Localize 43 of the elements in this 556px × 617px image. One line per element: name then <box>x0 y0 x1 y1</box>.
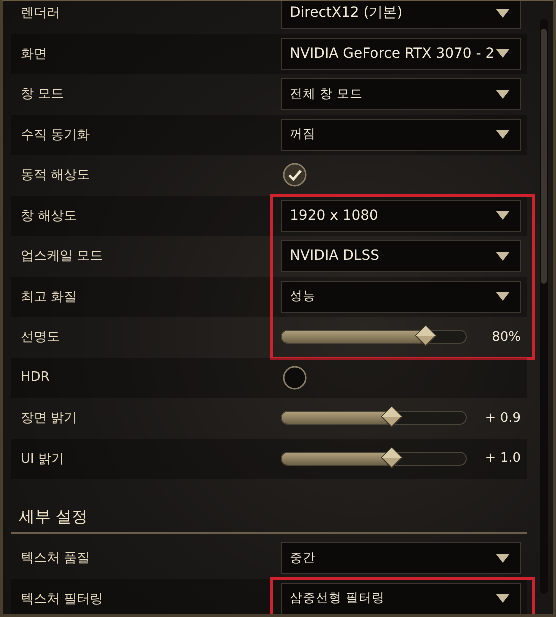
caret-icon <box>496 130 510 140</box>
setting-label: UI 밝기 <box>21 450 66 468</box>
setting-label: 창 모드 <box>21 86 66 104</box>
checkbox[interactable] <box>283 366 307 390</box>
setting-label: 최고 화질 <box>21 288 78 306</box>
caret-icon <box>496 90 510 99</box>
slider-value: + 1.0 <box>484 451 521 466</box>
setting-label: 텍스처 품질 <box>21 550 92 568</box>
dropdown[interactable]: 삼중선형 필터링 <box>281 582 521 614</box>
section-heading: 세부 설정 <box>11 479 527 534</box>
setting-label: 화면 <box>21 46 48 63</box>
dropdown[interactable]: 1920 x 1080 <box>281 200 521 232</box>
slider-handle[interactable] <box>381 406 404 428</box>
scrollbar-thumb[interactable] <box>541 29 547 284</box>
slider-value: + 0.9 <box>484 410 521 426</box>
dropdown[interactable]: NVIDIA GeForce RTX 3070 - 2 <box>281 38 521 70</box>
caret-icon <box>496 292 510 302</box>
caret-icon <box>496 49 510 58</box>
setting-label: 업스케일 모드 <box>21 248 104 266</box>
caret-icon <box>496 594 510 604</box>
dropdown[interactable]: 꺼짐 <box>281 118 521 151</box>
setting-label: 선명도 <box>21 329 61 346</box>
setting-label: 수직 동기화 <box>21 126 92 144</box>
slider-value: 80% <box>491 330 521 345</box>
caret-icon <box>496 252 510 261</box>
setting-label: HDR <box>21 370 51 386</box>
setting-label: 동적 해상도 <box>21 167 92 184</box>
caret-icon <box>496 554 510 563</box>
dropdown[interactable]: 성능 <box>281 280 521 313</box>
dropdown[interactable]: 전체 창 모드 <box>281 78 521 110</box>
slider-handle[interactable] <box>414 325 437 348</box>
slider-handle[interactable] <box>381 446 404 469</box>
checked-checkbox[interactable] <box>283 163 307 188</box>
scrollbar[interactable] <box>540 19 548 594</box>
dropdown[interactable]: 중간 <box>281 542 521 574</box>
setting-label: 창 해상도 <box>21 208 78 225</box>
setting-label: 렌더러 <box>21 5 61 22</box>
dropdown[interactable]: NVIDIA DLSS <box>281 240 521 272</box>
setting-label: 장면 밝기 <box>21 410 78 428</box>
dropdown[interactable]: DirectX12 (기본) <box>281 1 521 30</box>
setting-label: 텍스처 필터링 <box>21 590 104 608</box>
caret-icon <box>496 8 510 18</box>
caret-icon <box>496 211 510 220</box>
